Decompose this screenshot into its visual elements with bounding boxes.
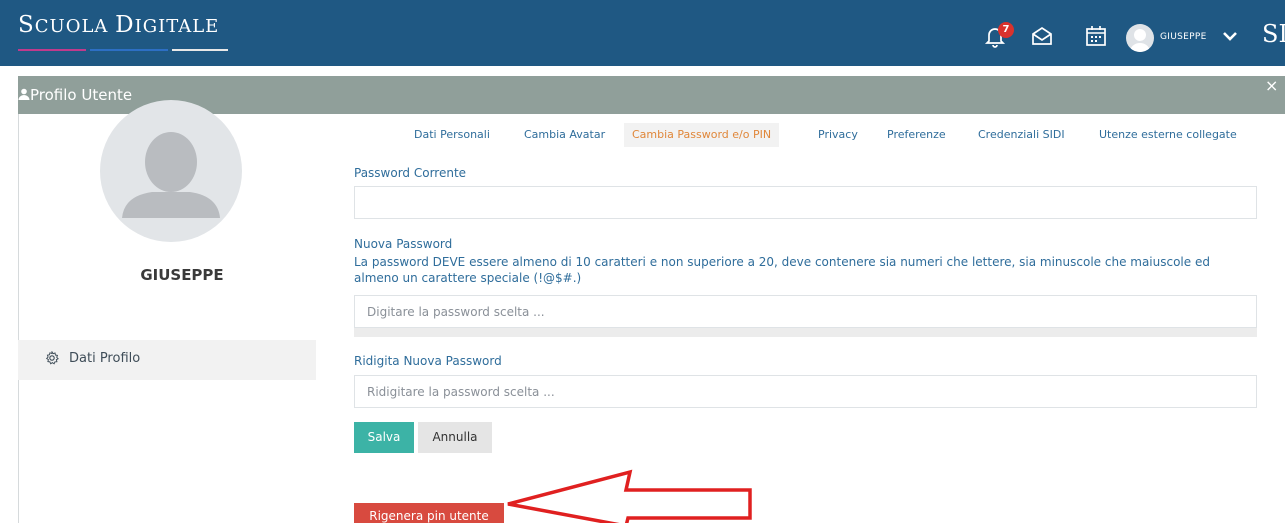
regenerate-pin-button[interactable]: Rigenera pin utente bbox=[354, 503, 504, 523]
current-password-label: Password Corrente bbox=[354, 166, 467, 180]
close-button[interactable]: × bbox=[1265, 76, 1278, 95]
repeat-password-input[interactable] bbox=[354, 375, 1257, 408]
tab-preferenze[interactable]: Preferenze bbox=[887, 123, 946, 147]
mail-open-icon[interactable] bbox=[1030, 24, 1054, 48]
user-icon bbox=[18, 88, 30, 100]
modal-title: Profilo Utente bbox=[30, 86, 133, 104]
notification-badge: 7 bbox=[998, 22, 1014, 38]
profile-avatar bbox=[100, 100, 242, 242]
password-requirements: La password DEVE essere almeno di 10 car… bbox=[354, 255, 1210, 285]
new-password-label: Nuova Password bbox=[354, 237, 453, 251]
user-avatar[interactable] bbox=[1126, 24, 1154, 52]
cancel-button[interactable]: Annulla bbox=[418, 422, 492, 453]
new-password-input[interactable] bbox=[354, 295, 1257, 328]
brand-text-1: CUOLA bbox=[34, 16, 116, 37]
repeat-password-label: Ridigita Nuova Password bbox=[354, 354, 502, 368]
tab-cambia-password[interactable]: Cambia Password e/o PIN bbox=[624, 123, 780, 147]
user-menu-name[interactable]: GIUSEPPE bbox=[1160, 32, 1207, 42]
current-password-input[interactable] bbox=[354, 186, 1257, 219]
sd-logo[interactable]: SD bbox=[1262, 20, 1285, 48]
calendar-icon[interactable] bbox=[1084, 24, 1108, 48]
chevron-down-icon[interactable] bbox=[1221, 27, 1239, 45]
profile-name: GIUSEPPE bbox=[140, 266, 224, 284]
gear-icon bbox=[45, 351, 59, 365]
annotation-arrow-icon bbox=[507, 469, 752, 523]
input-underline bbox=[354, 327, 1257, 337]
modal-left-border bbox=[18, 114, 19, 523]
brand-underline bbox=[18, 49, 228, 52]
brand-letter-s: S bbox=[18, 12, 35, 38]
tab-cambia-avatar[interactable]: Cambia Avatar bbox=[524, 123, 605, 147]
tab-dati-personali[interactable]: Dati Personali bbox=[414, 123, 490, 147]
tab-credenziali-sidi[interactable]: Credenziali SIDI bbox=[978, 123, 1065, 147]
brand-letter-d: D bbox=[115, 12, 135, 38]
brand-logo[interactable]: SCUOLA DIGITALE bbox=[18, 12, 219, 38]
save-button[interactable]: Salva bbox=[354, 422, 414, 453]
tab-utenze-esterne[interactable]: Utenze esterne collegate bbox=[1099, 123, 1237, 147]
modal-header bbox=[18, 76, 1285, 114]
tab-privacy[interactable]: Privacy bbox=[818, 123, 858, 147]
brand-text-2: IGITALE bbox=[134, 16, 220, 37]
sidebar-item-dati-profilo[interactable] bbox=[18, 340, 316, 380]
sidebar-item-label: Dati Profilo bbox=[69, 351, 141, 366]
